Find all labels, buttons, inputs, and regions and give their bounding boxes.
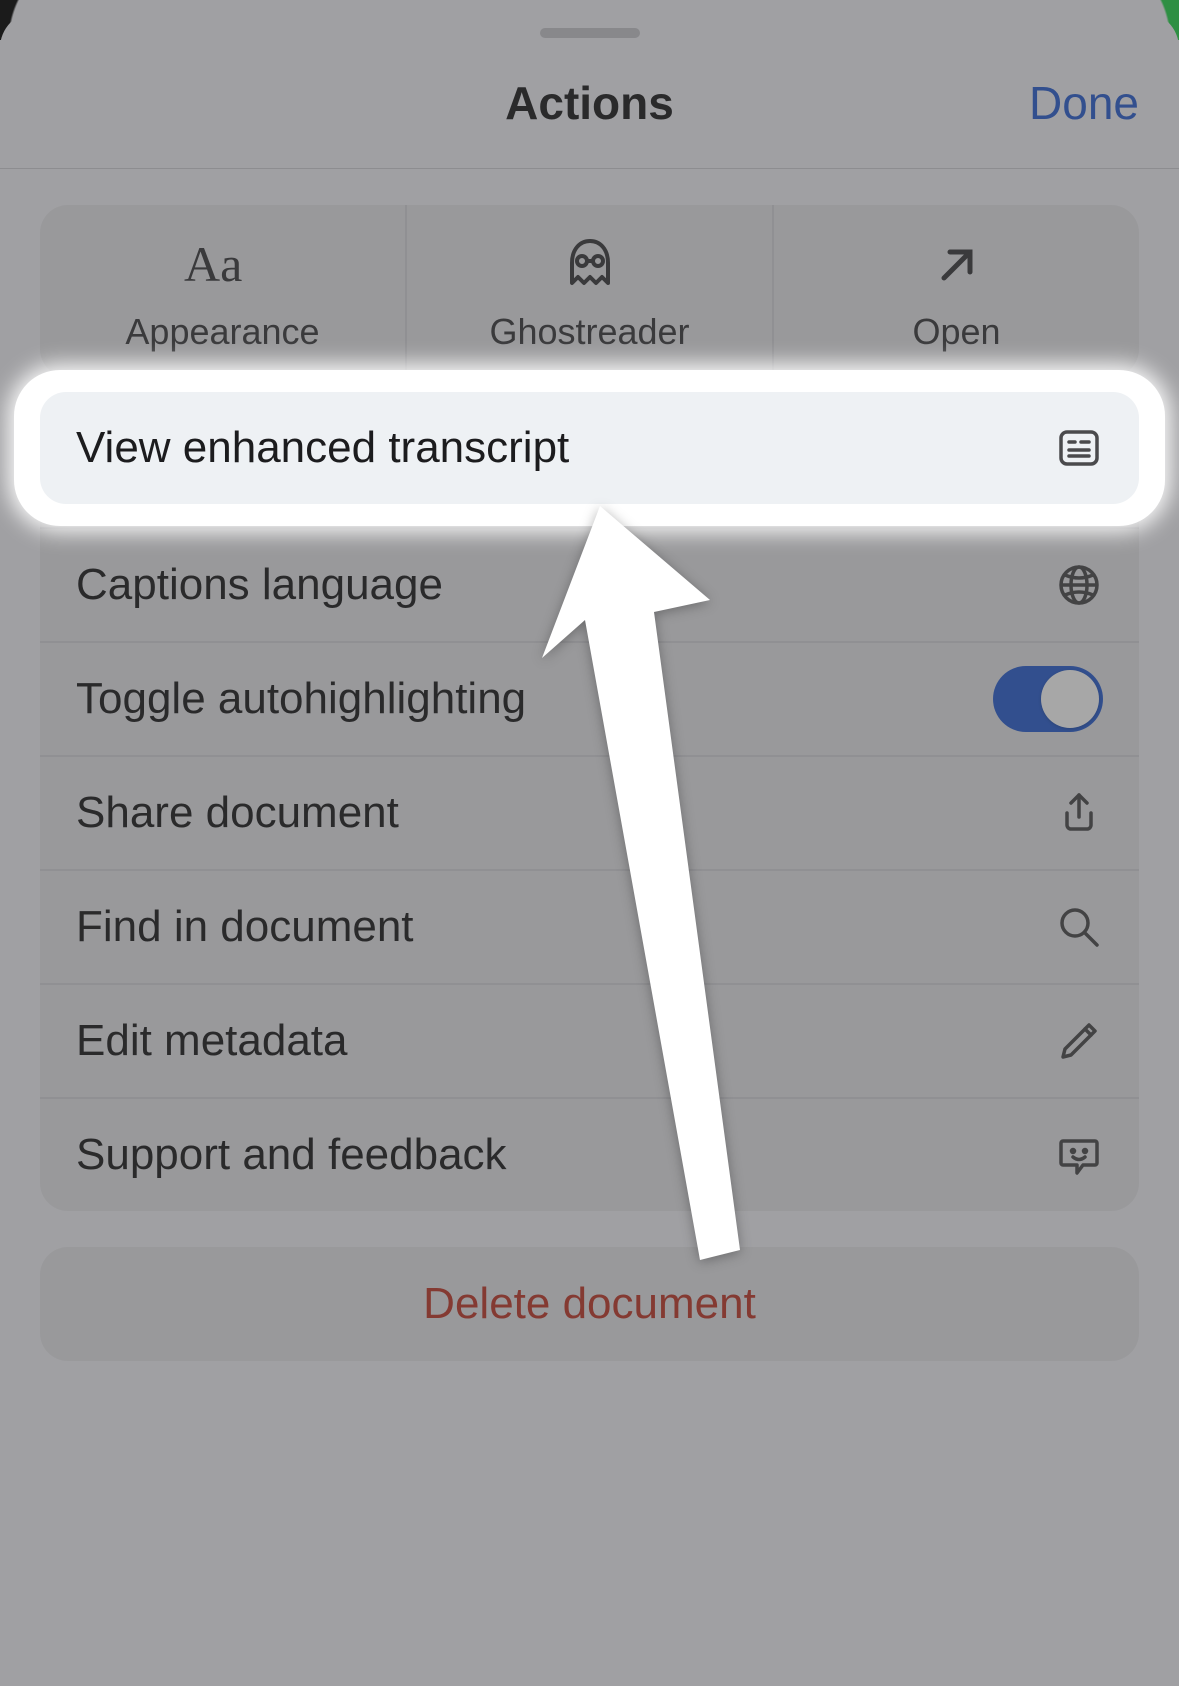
delete-document-row[interactable]: Delete document [40,1247,1139,1361]
appearance-tile[interactable]: Aa Appearance [40,205,405,377]
quick-actions-row: Aa Appearance Ghostreader [40,205,1139,377]
ghost-icon [560,233,620,297]
support-feedback-label: Support and feedback [76,1130,507,1180]
support-feedback-row[interactable]: Support and feedback [40,1097,1139,1211]
done-button[interactable]: Done [1029,76,1139,130]
appearance-label: Appearance [125,311,319,353]
actions-sheet: Actions Done Aa Appearance [0,12,1179,1686]
search-icon [1055,903,1103,951]
highlight-label: View enhanced transcript [76,423,569,473]
captions-language-label: Captions language [76,560,443,610]
sheet-title: Actions [505,76,674,130]
pencil-icon [1055,1017,1103,1065]
open-arrow-icon [932,233,982,297]
captions-language-row[interactable]: Captions language [40,527,1139,641]
share-icon [1055,789,1103,837]
annotation-highlight-row: View enhanced transcript [40,392,1139,504]
chat-smile-icon [1055,1131,1103,1179]
find-in-document-label: Find in document [76,902,414,952]
share-document-row[interactable]: Share document [40,755,1139,869]
edit-metadata-row[interactable]: Edit metadata [40,983,1139,1097]
actions-list: View enhanced transcript Captions langua… [40,413,1139,1211]
sheet-header: Actions Done [0,38,1179,168]
toggle-knob [1041,670,1099,728]
open-label: Open [912,311,1000,353]
toggle-autohighlighting-label: Toggle autohighlighting [76,674,526,724]
find-in-document-row[interactable]: Find in document [40,869,1139,983]
open-tile[interactable]: Open [772,205,1139,377]
ghostreader-tile[interactable]: Ghostreader [405,205,772,377]
share-document-label: Share document [76,788,399,838]
delete-document-label: Delete document [423,1279,756,1329]
highlight-transcript-icon [1055,424,1103,472]
sheet-grabber[interactable] [540,28,640,38]
globe-icon [1055,561,1103,609]
svg-text:Aa: Aa [184,239,242,291]
ghostreader-label: Ghostreader [489,311,689,353]
appearance-icon: Aa [184,233,262,297]
toggle-autohighlighting-row[interactable]: Toggle autohighlighting [40,641,1139,755]
danger-list: Delete document [40,1247,1139,1361]
sheet-content: Aa Appearance Ghostreader [0,169,1179,1361]
annotation-highlight: View enhanced transcript [14,370,1165,526]
edit-metadata-label: Edit metadata [76,1016,348,1066]
autohighlighting-toggle[interactable] [993,666,1103,732]
